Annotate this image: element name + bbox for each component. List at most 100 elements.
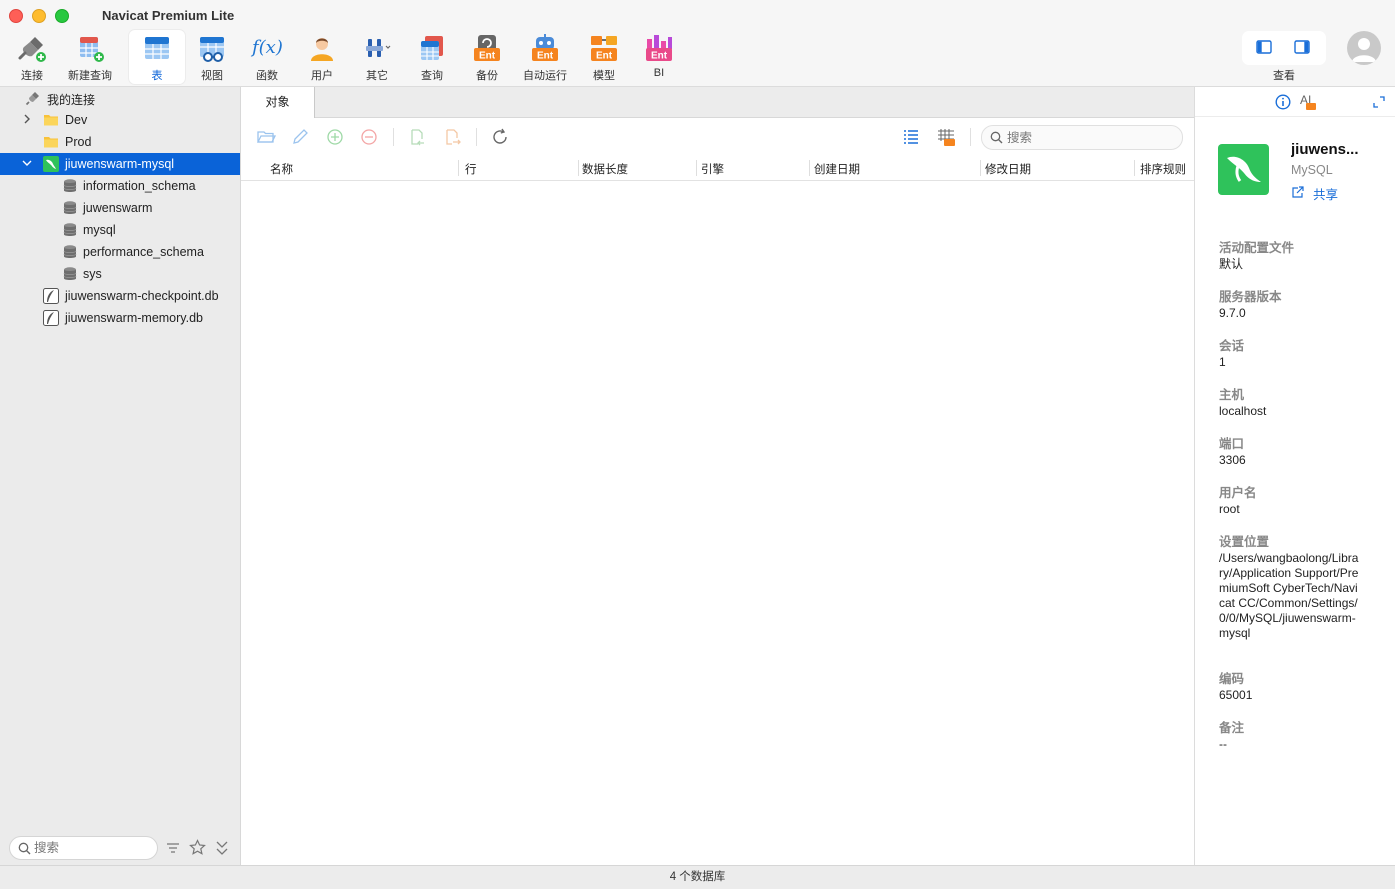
toolbar-connect-button[interactable]: 连接 <box>4 30 60 84</box>
chevron-right-icon[interactable] <box>21 113 33 125</box>
toolbar-view-button[interactable]: 视图 <box>184 30 240 84</box>
add-table-icon[interactable] <box>325 127 345 147</box>
database-icon <box>63 201 77 214</box>
column-header-engine[interactable]: 引擎 <box>701 161 724 177</box>
sidebar-item-sqlite-connection[interactable]: jiuwenswarm-checkpoint.db <box>0 285 240 307</box>
toolbar-new-query-label: 新建查询 <box>68 70 112 82</box>
info-field-port: 端口 3306 <box>1219 436 1389 468</box>
toolbar-model-button[interactable]: Ent 模型 <box>576 30 632 84</box>
close-window-button[interactable] <box>9 9 23 23</box>
toolbar-bi-button[interactable]: Ent BI <box>631 30 687 84</box>
sidebar-search[interactable] <box>9 836 158 860</box>
star-icon[interactable] <box>189 839 206 856</box>
info-field-label: 用户名 <box>1219 486 1257 500</box>
user-avatar-icon <box>1352 38 1376 62</box>
zoom-window-button[interactable] <box>55 9 69 23</box>
sidebar-item-database[interactable]: information_schema <box>0 175 240 197</box>
info-field-value: 1 <box>1219 355 1226 369</box>
column-divider[interactable] <box>1134 160 1135 176</box>
ent-badge: Ent <box>651 51 668 62</box>
object-search[interactable] <box>981 125 1183 150</box>
import-icon[interactable] <box>407 127 427 147</box>
sidebar-item-database[interactable]: sys <box>0 263 240 285</box>
info-icon[interactable] <box>1275 94 1291 110</box>
toolbar-query-button[interactable]: 查询 <box>404 30 460 84</box>
column-divider[interactable] <box>809 160 810 176</box>
status-bar: 4 个数据库 <box>0 865 1395 889</box>
column-header-collation[interactable]: 排序规则 <box>1140 161 1186 177</box>
toolbar-new-query-button[interactable]: 新建查询 <box>62 30 118 84</box>
avatar[interactable] <box>1347 31 1381 65</box>
object-pane: 对象 搜索 名称 行 数据长度 引擎 创建日期 修改日期 排序规则 <box>241 87 1194 865</box>
info-field-label: 服务器版本 <box>1219 290 1282 304</box>
column-header-rows[interactable]: 行 <box>465 161 477 177</box>
sidebar-item-database[interactable]: juwenswarm <box>0 197 240 219</box>
column-divider[interactable] <box>458 160 459 176</box>
left-sidebar-toggle-icon[interactable] <box>1256 40 1272 54</box>
column-header-name[interactable]: 名称 <box>270 161 293 177</box>
toolbar-table-button[interactable]: 表 <box>129 30 185 84</box>
sqlite-feather-icon <box>43 310 59 326</box>
sidebar-search-input[interactable] <box>34 840 152 856</box>
toolbar-function-button[interactable]: f(x) 函数 <box>239 30 295 84</box>
info-field-server-version: 服务器版本 9.7.0 <box>1219 289 1389 321</box>
toolbar-other-button[interactable]: 其它 <box>349 30 405 84</box>
expand-icon[interactable] <box>1372 95 1386 109</box>
sidebar-item-sqlite-connection[interactable]: jiuwenswarm-memory.db <box>0 307 240 329</box>
column-header-modified[interactable]: 修改日期 <box>985 161 1031 177</box>
plug-icon <box>18 37 46 62</box>
info-field-value[interactable]: /Users/wangbaolong/Library/Application S… <box>1219 551 1359 641</box>
collapse-all-icon[interactable] <box>215 840 229 856</box>
object-search-input[interactable] <box>1007 130 1175 146</box>
info-field-host: 主机 localhost <box>1219 387 1389 419</box>
view-label: 查看 <box>1273 70 1295 82</box>
toolbar-table-label: 表 <box>151 70 163 82</box>
info-field-label: 备注 <box>1219 721 1245 735</box>
filter-icon[interactable] <box>165 840 181 856</box>
robot-icon: Ent <box>532 34 558 62</box>
sidebar-item-prod[interactable]: Prod <box>0 131 240 153</box>
grid-view-icon[interactable] <box>936 127 956 147</box>
column-divider[interactable] <box>980 160 981 176</box>
column-header-created[interactable]: 创建日期 <box>814 161 860 177</box>
plug-icon <box>25 92 39 106</box>
toolbar-model-label: 模型 <box>593 70 615 82</box>
sidebar-item-jiuwenswarm-mysql[interactable]: jiuwenswarm-mysql <box>0 153 240 175</box>
sqlite-feather-icon <box>43 288 59 304</box>
sidebar-item-label: jiuwenswarm-mysql <box>65 157 175 171</box>
list-view-icon[interactable] <box>901 127 921 147</box>
info-field-label: 活动配置文件 <box>1219 241 1295 255</box>
minimize-window-button[interactable] <box>32 9 46 23</box>
open-table-icon[interactable] <box>256 127 276 147</box>
export-icon[interactable] <box>442 127 462 147</box>
sidebar-item-database[interactable]: mysql <box>0 219 240 241</box>
toolbar-backup-button[interactable]: Ent 备份 <box>459 30 515 84</box>
right-sidebar-toggle-icon[interactable] <box>1294 40 1310 54</box>
sidebar-item-dev[interactable]: Dev <box>0 109 240 131</box>
refresh-icon[interactable] <box>490 127 510 147</box>
design-table-icon[interactable] <box>290 127 310 147</box>
sidebar-item-database[interactable]: performance_schema <box>0 241 240 263</box>
toolbar-divider <box>476 128 477 146</box>
delete-table-icon[interactable] <box>359 127 379 147</box>
tab-objects[interactable]: 对象 <box>241 87 315 118</box>
model-icon: Ent <box>591 36 617 62</box>
chevron-down-icon[interactable] <box>21 157 33 169</box>
toolbar-user-button[interactable]: 用户 <box>294 30 350 84</box>
sidebar-item-label: jiuwenswarm-memory.db <box>65 311 203 325</box>
toolbar-automation-button[interactable]: Ent 自动运行 <box>517 30 573 84</box>
column-divider[interactable] <box>578 160 579 176</box>
share-icon <box>1292 186 1304 198</box>
window-toolbar: Navicat Premium Lite 连接 新建查询 表 视图 f(x) 函… <box>0 0 1395 87</box>
sidebar-header-my-connections[interactable]: 我的连接 <box>0 87 240 109</box>
connection-name: jiuwens... <box>1291 141 1359 158</box>
info-panel-tabs: AI <box>1195 87 1395 117</box>
dolphin-icon <box>1227 156 1261 182</box>
tab-bar: 对象 <box>241 87 1194 118</box>
info-field-value: -- <box>1219 737 1227 751</box>
column-header-data-length[interactable]: 数据长度 <box>582 161 628 177</box>
mysql-icon <box>43 156 59 172</box>
column-divider[interactable] <box>696 160 697 176</box>
ai-button[interactable]: AI <box>1300 93 1322 113</box>
info-field-encoding: 编码 65001 <box>1219 671 1389 703</box>
